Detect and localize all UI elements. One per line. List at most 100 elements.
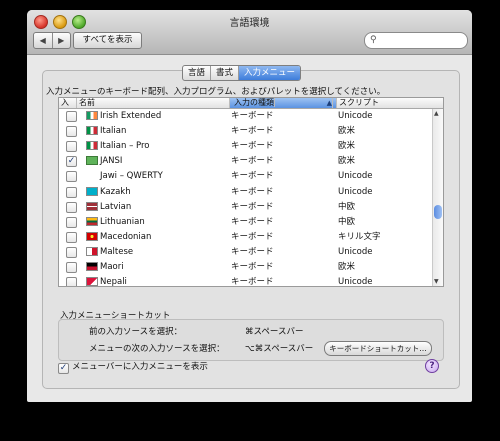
enable-checkbox[interactable]: [66, 262, 77, 274]
show-input-menu-label: メニューバーに入力メニューを表示: [72, 362, 208, 372]
flag-icon: [86, 141, 98, 151]
row-name: Latvian: [100, 201, 132, 212]
table-row[interactable]: Jawi – QWERTY キーボード Unicode: [59, 169, 433, 184]
enable-checkbox[interactable]: [66, 171, 77, 183]
row-type: キーボード: [231, 201, 274, 212]
row-type: キーボード: [231, 171, 274, 182]
flag-icon: [86, 277, 98, 286]
table-row[interactable]: Macedonian キーボード キリル文字: [59, 230, 433, 245]
list-rows: Irishキーボード欧米Irish ExtendedキーボードUnicodeIt…: [59, 98, 433, 287]
scroll-down-icon[interactable]: ▼: [434, 278, 439, 285]
row-script: 中欧: [338, 201, 356, 212]
enable-checkbox[interactable]: [66, 201, 77, 213]
enable-checkbox[interactable]: [66, 111, 77, 123]
flag-icon: [86, 111, 98, 121]
flag-icon: [86, 262, 98, 272]
row-script: 欧米: [338, 126, 356, 137]
row-name: Italian: [100, 126, 127, 137]
row-script: Unicode: [338, 277, 373, 287]
instructions-text: 入力メニューのキーボード配列、入力プログラム、およびパレットを選択してください。: [46, 87, 386, 97]
tab-bar: 言語 書式 入力メニュー: [182, 65, 302, 81]
row-type: キーボード: [231, 262, 274, 273]
flag-icon: [86, 156, 98, 166]
row-name: Nepali: [100, 277, 127, 287]
tab-language[interactable]: 言語: [183, 66, 212, 80]
forward-button[interactable]: ▶: [53, 33, 71, 48]
input-menu-panel: 入力メニューのキーボード配列、入力プログラム、およびパレットを選択してください。…: [42, 70, 458, 387]
prev-source-shortcut: ⌘スペースバー: [245, 327, 304, 337]
shortcuts-box: 前の入力ソースを選択： ⌘スペースバー メニューの次の入力ソースを選択： ⌥⌘ス…: [58, 319, 444, 361]
row-script: 欧米: [338, 141, 356, 152]
enable-checkbox[interactable]: [66, 126, 77, 138]
table-row[interactable]: Italian キーボード 欧米: [59, 124, 433, 139]
enable-checkbox[interactable]: [66, 186, 77, 198]
enable-checkbox[interactable]: ✓: [66, 156, 77, 168]
flag-icon: [86, 246, 98, 256]
sort-ascending-icon: ▲: [326, 98, 333, 108]
table-row[interactable]: Italian – Pro キーボード 欧米: [59, 139, 433, 154]
row-type: キーボード: [231, 277, 274, 287]
column-header-script[interactable]: スクリプト: [337, 98, 443, 108]
table-row[interactable]: Lithuanian キーボード 中欧: [59, 215, 433, 230]
enable-checkbox[interactable]: [66, 216, 77, 228]
row-type: キーボード: [231, 246, 274, 257]
flag-icon: [86, 216, 98, 226]
column-header-enabled[interactable]: 入: [59, 98, 77, 108]
row-script: 欧米: [338, 262, 356, 273]
table-row[interactable]: Nepali キーボード Unicode: [59, 275, 433, 287]
row-name: Macedonian: [100, 231, 152, 242]
table-row[interactable]: Maltese キーボード Unicode: [59, 245, 433, 260]
back-button[interactable]: ◀: [34, 33, 53, 48]
table-row[interactable]: Maori キーボード 欧米: [59, 260, 433, 275]
show-input-menu-option[interactable]: ✓ メニューバーに入力メニューを表示: [58, 360, 208, 374]
table-row[interactable]: Latvian キーボード 中欧: [59, 200, 433, 215]
help-button[interactable]: ?: [425, 359, 439, 373]
enable-checkbox[interactable]: [66, 246, 77, 258]
row-name: Maori: [100, 262, 124, 273]
row-script: Unicode: [338, 186, 373, 197]
window-title: 言語環境: [229, 18, 270, 29]
scroll-up-icon[interactable]: ▲: [434, 110, 439, 117]
vertical-scrollbar[interactable]: ▲ ▼: [432, 109, 443, 286]
row-type: キーボード: [231, 216, 274, 227]
column-header-name[interactable]: 名前: [77, 98, 230, 108]
enable-checkbox[interactable]: [66, 277, 77, 286]
row-script: 中欧: [338, 216, 356, 227]
enable-checkbox[interactable]: [66, 231, 77, 243]
column-header-type[interactable]: 入力の種類 ▲: [230, 98, 337, 108]
list-header: 入 名前 入力の種類 ▲ スクリプト: [59, 98, 443, 109]
table-row[interactable]: Irish Extended キーボード Unicode: [59, 109, 433, 124]
scrollbar-thumb[interactable]: [434, 205, 442, 219]
table-row[interactable]: Kazakh キーボード Unicode: [59, 185, 433, 200]
keyboard-shortcuts-button[interactable]: キーボードショートカット…: [324, 341, 432, 356]
flag-icon: [86, 186, 98, 196]
row-type: キーボード: [231, 126, 274, 137]
tab-input-menu[interactable]: 入力メニュー: [239, 66, 301, 80]
show-all-button[interactable]: すべてを表示: [73, 32, 142, 49]
flag-icon: [86, 231, 98, 241]
enable-checkbox[interactable]: [66, 141, 77, 153]
row-type: キーボード: [231, 186, 274, 197]
title-bar: 言語環境 ◀ ▶ すべてを表示 ⚲: [27, 10, 472, 55]
row-type: キーボード: [231, 156, 274, 167]
nav-buttons: ◀ ▶: [33, 32, 71, 49]
row-type: キーボード: [231, 141, 274, 152]
table-row[interactable]: ✓ JANSI キーボード 欧米: [59, 154, 433, 169]
row-type: キーボード: [231, 231, 274, 242]
next-source-label: メニューの次の入力ソースを選択：: [89, 344, 225, 354]
row-script: キリル文字: [338, 231, 381, 242]
flag-icon: [86, 201, 98, 211]
input-source-list[interactable]: Irishキーボード欧米Irish ExtendedキーボードUnicodeIt…: [58, 97, 444, 287]
flag-icon: [86, 171, 98, 181]
search-icon: ⚲: [370, 35, 377, 45]
row-script: Unicode: [338, 171, 373, 182]
row-script: Unicode: [338, 246, 373, 257]
search-field[interactable]: ⚲: [364, 32, 468, 49]
flag-icon: [86, 126, 98, 136]
row-name: JANSI: [100, 156, 123, 167]
show-input-menu-checkbox[interactable]: ✓: [58, 363, 69, 374]
tab-formats[interactable]: 書式: [211, 66, 240, 80]
row-name: Kazakh: [100, 186, 131, 197]
column-header-type-label: 入力の種類: [232, 98, 275, 107]
preferences-window: 言語環境 ◀ ▶ すべてを表示 ⚲ 言語 書式 入力メニュー 入力メニューのキー…: [27, 10, 472, 402]
